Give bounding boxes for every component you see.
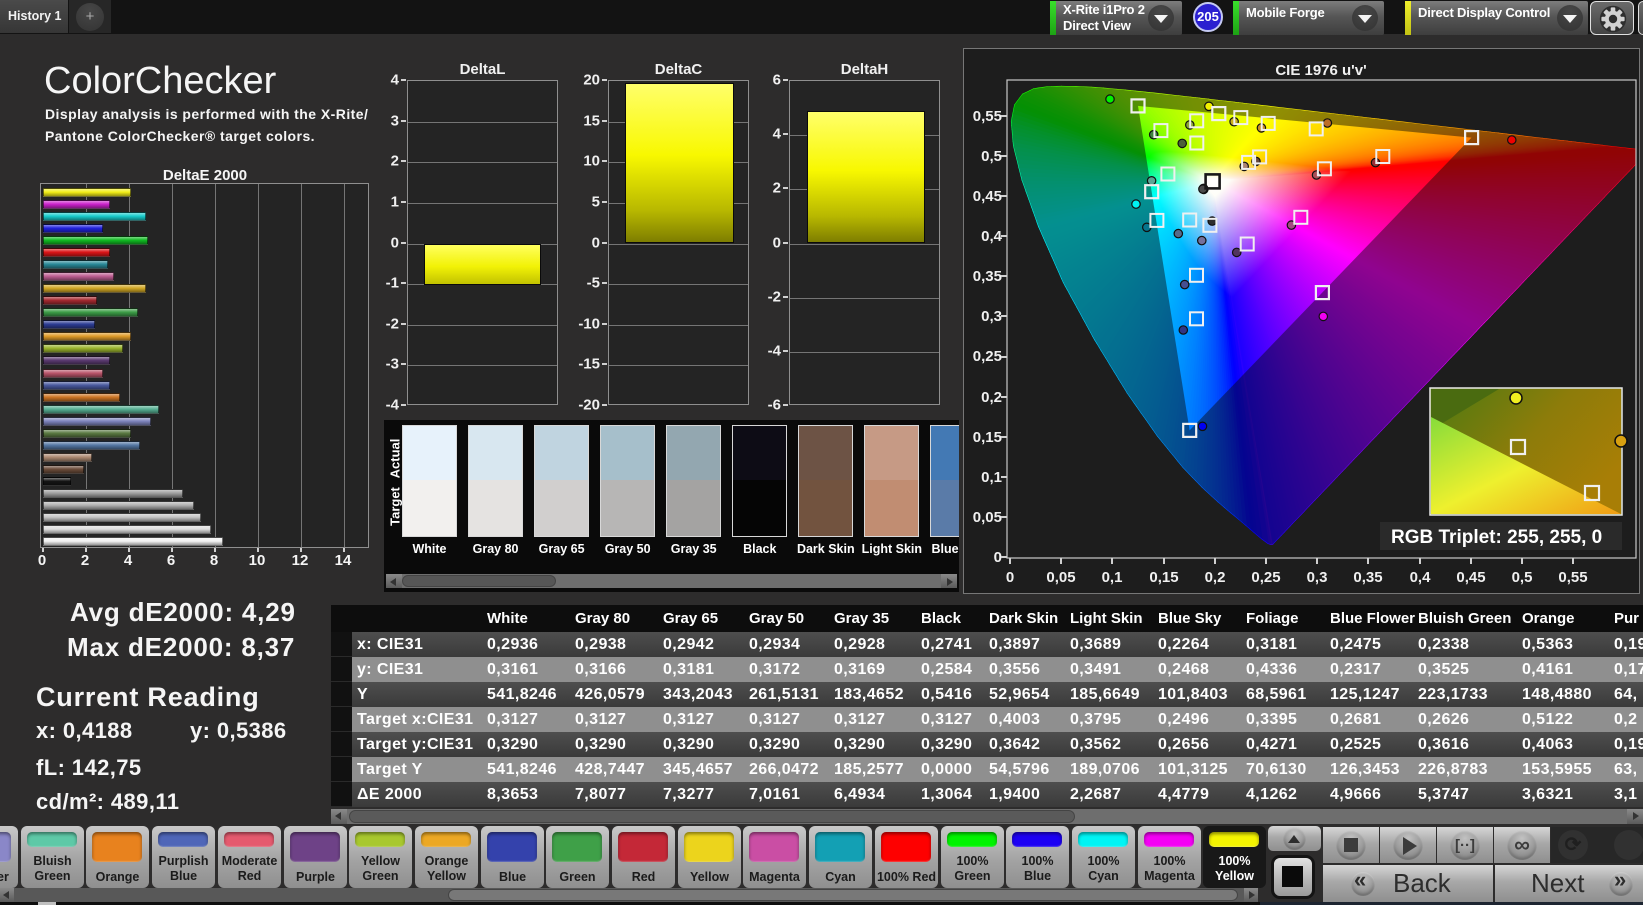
- svg-text:0,25: 0,25: [1251, 569, 1280, 586]
- svg-text:0,45: 0,45: [1456, 569, 1485, 586]
- svg-text:0,15: 0,15: [1149, 569, 1178, 586]
- svg-text:0,15: 0,15: [973, 429, 1002, 446]
- svg-text:0: 0: [994, 549, 1002, 566]
- svg-text:0,35: 0,35: [973, 268, 1002, 285]
- svg-text:0,3: 0,3: [981, 308, 1002, 325]
- svg-text:RGB Triplet: 255, 255, 0: RGB Triplet: 255, 255, 0: [1391, 527, 1602, 548]
- svg-text:0,25: 0,25: [973, 348, 1002, 365]
- svg-text:0,5: 0,5: [1512, 569, 1533, 586]
- svg-text:0,05: 0,05: [1046, 569, 1075, 586]
- svg-text:0,05: 0,05: [973, 509, 1002, 526]
- svg-text:0,55: 0,55: [1558, 569, 1587, 586]
- svg-text:0: 0: [1006, 569, 1014, 586]
- svg-text:0,35: 0,35: [1353, 569, 1382, 586]
- svg-text:0,45: 0,45: [973, 188, 1002, 205]
- svg-text:0,55: 0,55: [973, 108, 1002, 125]
- svg-text:0,2: 0,2: [981, 389, 1002, 406]
- svg-text:CIE 1976 u'v': CIE 1976 u'v': [1275, 62, 1366, 79]
- svg-text:0,3: 0,3: [1307, 569, 1328, 586]
- svg-text:0,1: 0,1: [981, 469, 1002, 486]
- svg-text:0,1: 0,1: [1102, 569, 1123, 586]
- svg-text:0,5: 0,5: [981, 148, 1002, 165]
- svg-text:0,4: 0,4: [981, 228, 1003, 245]
- svg-text:0,2: 0,2: [1205, 569, 1226, 586]
- svg-text:0,4: 0,4: [1410, 569, 1432, 586]
